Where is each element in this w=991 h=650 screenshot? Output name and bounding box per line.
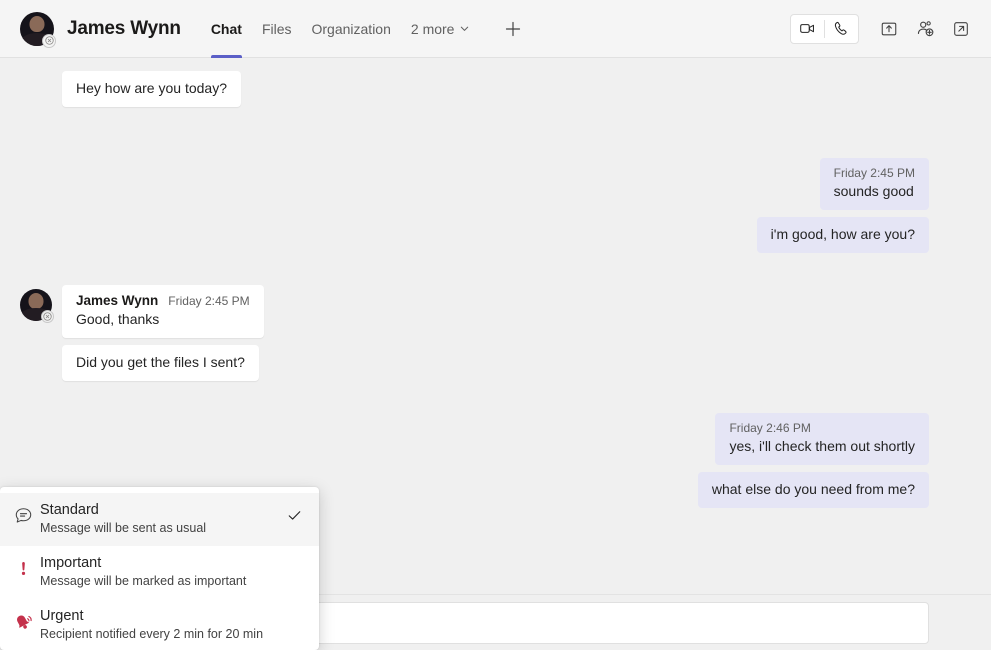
- message-bubble[interactable]: what else do you need from me?: [698, 472, 929, 508]
- presence-offline-icon: [41, 310, 54, 323]
- message-bubble[interactable]: i'm good, how are you?: [757, 217, 929, 253]
- menu-item-text: Standard Message will be sent as usual: [40, 501, 283, 537]
- message-text: Good, thanks: [76, 310, 250, 329]
- tab-files[interactable]: Files: [252, 0, 302, 58]
- message-bubbles: Hey how are you today?: [62, 71, 241, 114]
- message-group: James Wynn Friday 2:45 PM Good, thanks D…: [20, 285, 929, 388]
- important-exclamation-icon: [14, 554, 40, 578]
- add-people-icon[interactable]: [909, 14, 941, 44]
- video-call-icon[interactable]: [791, 14, 824, 44]
- checkmark-placeholder: [283, 554, 305, 560]
- message-bubble[interactable]: James Wynn Friday 2:45 PM Good, thanks: [62, 285, 264, 338]
- standard-message-icon: [14, 501, 40, 525]
- message-group: Friday 2:45 PM sounds good i'm good, how…: [20, 158, 929, 260]
- message-text: Did you get the files I sent?: [76, 353, 245, 372]
- menu-item-subtitle: Recipient notified every 2 min for 20 mi…: [40, 626, 283, 643]
- audio-call-icon[interactable]: [825, 14, 858, 44]
- menu-item-important[interactable]: Important Message will be marked as impo…: [0, 546, 319, 599]
- menu-item-text: Urgent Recipient notified every 2 min fo…: [40, 607, 283, 643]
- menu-item-urgent[interactable]: Urgent Recipient notified every 2 min fo…: [0, 599, 319, 650]
- message-bubbles: James Wynn Friday 2:45 PM Good, thanks D…: [62, 285, 264, 388]
- menu-item-title: Important: [40, 554, 283, 573]
- message-sender: James Wynn: [76, 293, 158, 308]
- add-tab-button[interactable]: [498, 14, 528, 44]
- tab-more-overflow[interactable]: 2 more: [401, 0, 481, 58]
- tab-files-label: Files: [262, 21, 292, 37]
- message-text: yes, i'll check them out shortly: [729, 437, 915, 456]
- menu-item-title: Standard: [40, 501, 283, 520]
- share-screen-icon[interactable]: [873, 14, 905, 44]
- message-meta: Friday 2:45 PM: [834, 166, 915, 180]
- message-bubble[interactable]: Friday 2:46 PM yes, i'll check them out …: [715, 413, 929, 465]
- checkmark-placeholder: [283, 607, 305, 613]
- message-text: sounds good: [834, 182, 915, 201]
- menu-item-title: Urgent: [40, 607, 283, 626]
- menu-item-standard[interactable]: Standard Message will be sent as usual: [0, 493, 319, 546]
- tab-chat[interactable]: Chat: [201, 0, 252, 58]
- message-text: i'm good, how are you?: [771, 225, 915, 244]
- tab-bar: Chat Files Organization 2 more: [201, 0, 529, 58]
- message-group: Hey how are you today?: [20, 71, 929, 114]
- call-button-group: [790, 14, 859, 44]
- urgent-bell-icon: [14, 607, 40, 632]
- tab-chat-label: Chat: [211, 21, 242, 37]
- message-timestamp: Friday 2:45 PM: [834, 166, 915, 180]
- message-timestamp: Friday 2:46 PM: [729, 421, 810, 435]
- page-title: James Wynn: [67, 18, 181, 40]
- header-left: James Wynn Chat Files Organization 2 mor…: [20, 0, 790, 58]
- message-meta: James Wynn Friday 2:45 PM: [76, 293, 250, 308]
- menu-item-subtitle: Message will be marked as important: [40, 573, 283, 590]
- message-text: what else do you need from me?: [712, 480, 915, 499]
- message-bubble[interactable]: Did you get the files I sent?: [62, 345, 259, 381]
- tab-organization-label: Organization: [312, 21, 391, 37]
- menu-item-text: Important Message will be marked as impo…: [40, 554, 283, 590]
- chat-header: James Wynn Chat Files Organization 2 mor…: [0, 0, 991, 58]
- message-bubbles: Friday 2:46 PM yes, i'll check them out …: [698, 413, 929, 515]
- message-bubbles: Friday 2:45 PM sounds good i'm good, how…: [757, 158, 929, 260]
- message-text: Hey how are you today?: [76, 79, 227, 98]
- avatar-spacer: [20, 71, 62, 114]
- chevron-down-icon: [459, 23, 470, 34]
- menu-item-subtitle: Message will be sent as usual: [40, 520, 283, 537]
- avatar[interactable]: [20, 12, 54, 46]
- presence-offline-icon: [42, 34, 56, 48]
- tab-more-label: 2 more: [411, 21, 455, 37]
- avatar[interactable]: [20, 289, 52, 321]
- message-bubble[interactable]: Friday 2:45 PM sounds good: [820, 158, 929, 210]
- tab-organization[interactable]: Organization: [302, 0, 401, 58]
- header-actions: [790, 14, 977, 44]
- popout-icon[interactable]: [945, 14, 977, 44]
- message-timestamp: Friday 2:45 PM: [168, 294, 249, 308]
- checkmark-icon: [283, 501, 305, 524]
- delivery-options-menu: Standard Message will be sent as usual I…: [0, 487, 319, 650]
- message-bubble[interactable]: Hey how are you today?: [62, 71, 241, 107]
- message-meta: Friday 2:46 PM: [729, 421, 915, 435]
- chat-app: James Wynn Chat Files Organization 2 mor…: [0, 0, 991, 650]
